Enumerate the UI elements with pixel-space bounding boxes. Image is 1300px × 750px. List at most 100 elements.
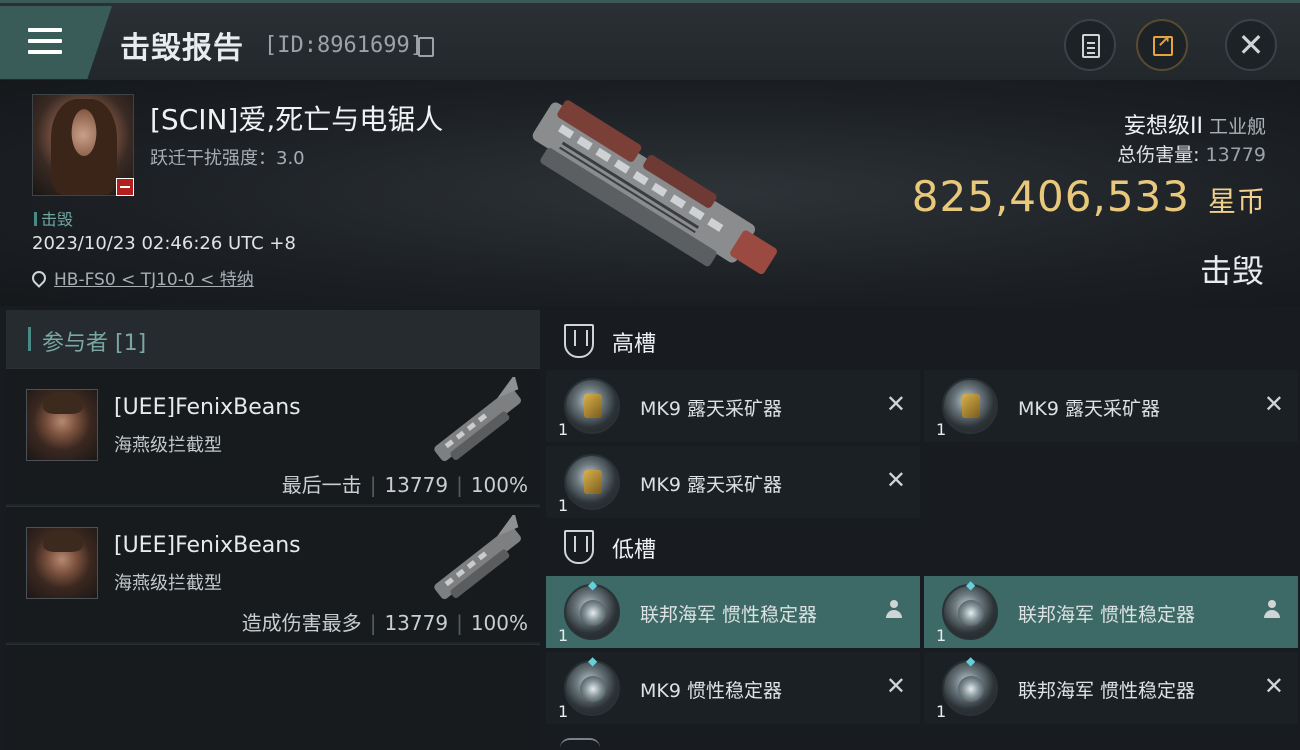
low-slot-icon (564, 530, 594, 564)
participant-damage: 13779 (384, 611, 449, 635)
participants-header: 参与者 [1] (6, 310, 540, 368)
participant-ship-image (434, 515, 521, 600)
module-name: MK9 露天采矿器 (640, 398, 782, 420)
stat-separator: | (456, 611, 463, 635)
module-quantity: 1 (936, 702, 947, 721)
module-quantity: 1 (558, 496, 569, 515)
kill-datetime: 2023/10/23 02:46:26 UTC +8 (32, 233, 296, 254)
module-name: MK9 露天采矿器 (1018, 398, 1160, 420)
strip-miner-icon (564, 378, 620, 434)
menu-icon-line (28, 28, 62, 32)
module-item[interactable]: 1 联邦海军 惯性稳定器 (546, 576, 920, 648)
portrait-hair (51, 99, 117, 195)
dropped-person-icon (886, 600, 902, 618)
stat-separator: | (369, 473, 377, 497)
isk-unit: 星币 (1207, 185, 1266, 218)
module-name: 联邦海军 惯性稳定器 (640, 604, 818, 626)
total-damage: 总伤害量: 13779 (1117, 140, 1266, 167)
ship-class: 工业舰 (1208, 116, 1266, 138)
participants-panel: 参与者 [1] [UEE]FenixBeans 海燕级拦截型 最后一击 | 1377… (6, 310, 540, 750)
module-quantity: 1 (936, 626, 947, 645)
module-item[interactable]: 1 联邦海军 惯性稳定器 ✕ (924, 652, 1298, 724)
module-item[interactable]: 1 MK9 露天采矿器 ✕ (546, 446, 920, 518)
participant-ship-image (434, 377, 521, 462)
module-item[interactable]: 1 联邦海军 惯性稳定器 (924, 576, 1298, 648)
stat-separator: | (369, 611, 377, 635)
low-slots-header: 低槽 (546, 518, 1296, 574)
menu-icon-line (28, 39, 62, 43)
participant-percent: 100% (470, 611, 528, 635)
participant-stats: 造成伤害最多 | 13779 | 100% (242, 607, 528, 636)
clipboard-icon (1082, 34, 1100, 58)
isk-amount: 825,406,533 (911, 172, 1190, 221)
stat-separator: | (456, 473, 463, 497)
ship-name[interactable]: 妄想级II 工业舰 (1124, 108, 1266, 140)
destroyed-x-icon: ✕ (885, 390, 906, 418)
close-button[interactable]: ✕ (1225, 19, 1277, 71)
header-accent-bar (28, 327, 31, 351)
location-pin-icon (29, 268, 49, 288)
participants-title: 参与者 [1] (42, 331, 147, 356)
victim-name[interactable]: [SCIN]爱,死亡与电锯人 (150, 98, 443, 138)
participant-role: 造成伤害最多 (241, 611, 362, 635)
close-icon: ✕ (1237, 26, 1265, 64)
module-name: MK9 惯性稳定器 (640, 680, 782, 702)
share-button[interactable] (1136, 19, 1188, 71)
module-item[interactable]: 1 MK9 露天采矿器 ✕ (546, 370, 920, 442)
destroyed-x-icon: ✕ (1263, 390, 1284, 418)
participant-row[interactable]: [UEE]FenixBeans 海燕级拦截型 造成伤害最多 | 13779 | 100% (6, 506, 540, 642)
destroyed-x-icon: ✕ (885, 466, 906, 494)
participant-list-empty-area (6, 644, 540, 750)
next-section-header-partial (560, 738, 600, 750)
standing-badge-icon (116, 178, 134, 196)
menu-button[interactable] (0, 6, 112, 79)
participant-row[interactable]: [UEE]FenixBeans 海燕级拦截型 最后一击 | 13779 | 100% (6, 368, 540, 504)
strip-miner-icon (564, 454, 620, 510)
high-slots-label: 高槽 (612, 332, 657, 357)
destroyed-x-icon: ✕ (1263, 672, 1284, 700)
participant-avatar[interactable] (26, 389, 98, 461)
menu-icon-line (28, 50, 62, 54)
participant-role: 最后一击 (281, 473, 362, 497)
module-name: 联邦海军 惯性稳定器 (1018, 604, 1196, 626)
participant-damage: 13779 (384, 473, 449, 497)
dropped-person-icon (1264, 600, 1280, 618)
participant-avatar[interactable] (26, 527, 98, 599)
participant-percent: 100% (470, 473, 528, 497)
destroyed-x-icon: ✕ (885, 672, 906, 700)
inertial-stabilizer-icon (942, 654, 998, 716)
victim-ship-image[interactable] (510, 98, 800, 288)
participant-ship: 海燕级拦截型 (114, 435, 222, 456)
kill-location[interactable]: HB-FS0 < TJ10-0 < 特纳 (29, 265, 254, 290)
warp-disruption-strength: 跃迁干扰强度：3.0 (150, 148, 305, 169)
module-item[interactable]: 1 MK9 露天采矿器 ✕ (924, 370, 1298, 442)
inertial-stabilizer-icon (564, 578, 620, 640)
kill-status: 击毁 (1199, 252, 1264, 290)
total-damage-label: 总伤害量: (1117, 144, 1200, 166)
high-slot-icon (564, 324, 594, 358)
strip-miner-icon (942, 378, 998, 434)
high-slots-header: 高槽 (546, 312, 1296, 368)
module-item[interactable]: 1 MK9 惯性稳定器 ✕ (546, 652, 920, 724)
participant-name: [UEE]FenixBeans (114, 533, 301, 558)
participant-name: [UEE]FenixBeans (114, 395, 301, 420)
location-link[interactable]: HB-FS0 < TJ10-0 < 特纳 (54, 270, 254, 290)
participant-ship: 海燕级拦截型 (114, 573, 222, 594)
module-name: MK9 露天采矿器 (640, 474, 782, 496)
inertial-stabilizer-icon (942, 578, 998, 640)
module-quantity: 1 (558, 626, 569, 645)
clipboard-button[interactable] (1064, 19, 1116, 71)
ship-type-name: 妄想级II (1124, 114, 1203, 139)
page-title: 击毁报告 (120, 31, 244, 66)
copy-icon[interactable] (418, 37, 434, 57)
inertial-stabilizer-icon (564, 654, 620, 716)
top-bar: 击毁报告 [ID:8961699] ✕ (0, 0, 1300, 80)
module-quantity: 1 (558, 420, 569, 439)
low-slots-label: 低槽 (612, 538, 657, 563)
module-name: 联邦海军 惯性稳定器 (1018, 680, 1196, 702)
module-quantity: 1 (936, 420, 947, 439)
kill-tag: 击毁 (34, 206, 73, 230)
total-damage-value: 13779 (1205, 144, 1266, 166)
module-quantity: 1 (558, 702, 569, 721)
victim-banner: 击毁 [SCIN]爱,死亡与电锯人 跃迁干扰强度：3.0 2023/10/23 … (0, 80, 1300, 306)
